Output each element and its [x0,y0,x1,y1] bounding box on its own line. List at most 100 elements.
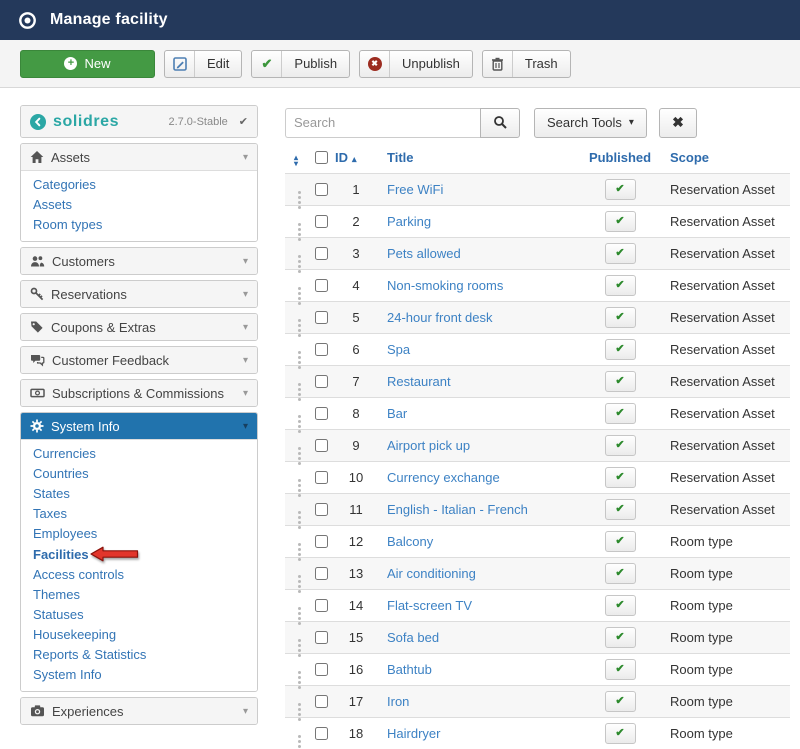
row-title-link[interactable]: Bar [387,406,407,421]
published-toggle-button[interactable]: ✔ [605,435,636,456]
sidebar-item-employees[interactable]: Employees [21,524,257,544]
drag-handle-icon[interactable] [298,287,301,290]
row-title-link[interactable]: Bathtub [387,662,432,677]
published-toggle-button[interactable]: ✔ [605,563,636,584]
published-toggle-button[interactable]: ✔ [605,371,636,392]
drag-handle-icon[interactable] [298,383,301,386]
published-toggle-button[interactable]: ✔ [605,531,636,552]
sidebar-item-themes[interactable]: Themes [21,585,257,605]
row-checkbox[interactable] [315,631,328,644]
row-title-link[interactable]: Spa [387,342,410,357]
sidebar-section-coupons-extras[interactable]: Coupons & Extras▾ [21,314,257,340]
row-checkbox[interactable] [315,663,328,676]
row-checkbox[interactable] [315,727,328,740]
drag-handle-icon[interactable] [298,319,301,322]
sidebar-item-room-types[interactable]: Room types [21,215,257,235]
row-checkbox[interactable] [315,215,328,228]
row-checkbox[interactable] [315,247,328,260]
publish-button[interactable]: ✔ Publish [251,50,350,78]
row-title-link[interactable]: Balcony [387,534,433,549]
row-checkbox[interactable] [315,535,328,548]
row-checkbox[interactable] [315,567,328,580]
sidebar-section-customers[interactable]: Customers▾ [21,248,257,274]
row-checkbox[interactable] [315,407,328,420]
published-toggle-button[interactable]: ✔ [605,179,636,200]
row-title-link[interactable]: Non-smoking rooms [387,278,503,293]
row-title-link[interactable]: Restaurant [387,374,451,389]
edit-button[interactable]: Edit [164,50,242,78]
column-sort-scope[interactable]: Scope [670,150,709,165]
row-checkbox[interactable] [315,599,328,612]
drag-handle-icon[interactable] [298,479,301,482]
published-toggle-button[interactable]: ✔ [605,659,636,680]
solidres-back-icon[interactable] [30,114,46,130]
published-toggle-button[interactable]: ✔ [605,723,636,744]
sidebar-item-taxes[interactable]: Taxes [21,504,257,524]
published-toggle-button[interactable]: ✔ [605,275,636,296]
select-all-checkbox[interactable] [315,151,328,164]
published-toggle-button[interactable]: ✔ [605,339,636,360]
published-toggle-button[interactable]: ✔ [605,467,636,488]
row-title-link[interactable]: Airport pick up [387,438,470,453]
column-sort-published[interactable]: Published [589,150,651,165]
trash-button[interactable]: Trash [482,50,571,78]
sidebar-item-categories[interactable]: Categories [21,175,257,195]
published-toggle-button[interactable]: ✔ [605,627,636,648]
sidebar-item-reports-statistics[interactable]: Reports & Statistics [21,645,257,665]
published-toggle-button[interactable]: ✔ [605,403,636,424]
ordering-sort-icon[interactable]: ▴▾ [294,155,298,167]
sidebar-section-reservations[interactable]: Reservations▾ [21,281,257,307]
drag-handle-icon[interactable] [298,703,301,706]
search-submit-button[interactable] [480,108,520,138]
unpublish-button[interactable]: ✖ Unpublish [359,50,473,78]
row-title-link[interactable]: Iron [387,694,409,709]
published-toggle-button[interactable]: ✔ [605,691,636,712]
sidebar-item-countries[interactable]: Countries [21,464,257,484]
row-title-link[interactable]: Air conditioning [387,566,476,581]
drag-handle-icon[interactable] [298,543,301,546]
drag-handle-icon[interactable] [298,575,301,578]
drag-handle-icon[interactable] [298,639,301,642]
new-button[interactable]: + New [20,50,155,78]
drag-handle-icon[interactable] [298,223,301,226]
drag-handle-icon[interactable] [298,511,301,514]
row-checkbox[interactable] [315,471,328,484]
sidebar-section-experiences[interactable]: Experiences▾ [21,698,257,724]
sidebar-section-subscriptions-commissions[interactable]: Subscriptions & Commissions▾ [21,380,257,406]
search-tools-button[interactable]: Search Tools ▾ [534,108,647,138]
row-title-link[interactable]: Sofa bed [387,630,439,645]
row-checkbox[interactable] [315,503,328,516]
sidebar-section-system-info[interactable]: System Info▾ [21,413,257,439]
drag-handle-icon[interactable] [298,671,301,674]
published-toggle-button[interactable]: ✔ [605,499,636,520]
published-toggle-button[interactable]: ✔ [605,307,636,328]
published-toggle-button[interactable]: ✔ [605,595,636,616]
sidebar-item-access-controls[interactable]: Access controls [21,565,257,585]
row-checkbox[interactable] [315,279,328,292]
sidebar-section-assets[interactable]: Assets▾ [21,144,257,170]
sidebar-item-currencies[interactable]: Currencies [21,444,257,464]
column-sort-id[interactable]: ID▴ [335,150,357,165]
row-checkbox[interactable] [315,375,328,388]
row-checkbox[interactable] [315,311,328,324]
clear-search-button[interactable]: ✖ [659,108,697,138]
row-title-link[interactable]: Flat-screen TV [387,598,472,613]
sidebar-item-states[interactable]: States [21,484,257,504]
row-title-link[interactable]: Currency exchange [387,470,500,485]
row-checkbox[interactable] [315,183,328,196]
row-title-link[interactable]: Parking [387,214,431,229]
row-checkbox[interactable] [315,439,328,452]
published-toggle-button[interactable]: ✔ [605,211,636,232]
drag-handle-icon[interactable] [298,447,301,450]
drag-handle-icon[interactable] [298,255,301,258]
sidebar-item-facilities[interactable]: Facilities [21,544,257,565]
row-title-link[interactable]: English - Italian - French [387,502,528,517]
row-checkbox[interactable] [315,343,328,356]
sidebar-item-housekeeping[interactable]: Housekeeping [21,625,257,645]
row-checkbox[interactable] [315,695,328,708]
row-title-link[interactable]: Hairdryer [387,726,440,741]
row-title-link[interactable]: Pets allowed [387,246,461,261]
drag-handle-icon[interactable] [298,351,301,354]
search-input[interactable] [285,108,480,138]
sidebar-item-system-info[interactable]: System Info [21,665,257,685]
